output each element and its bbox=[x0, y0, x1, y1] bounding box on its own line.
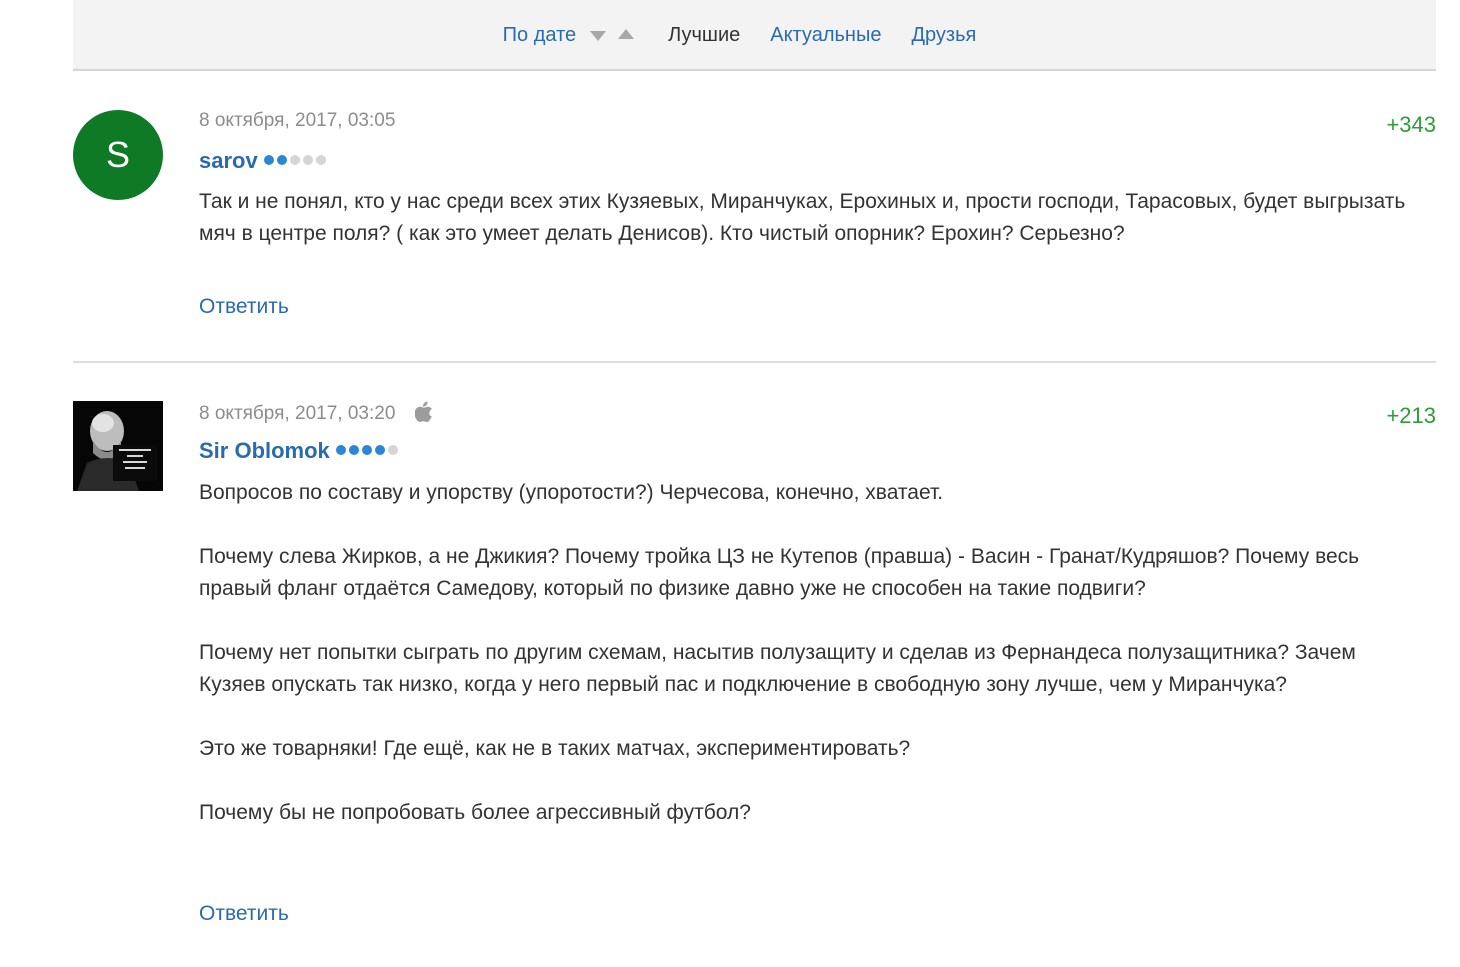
sort-friends-link[interactable]: Друзья bbox=[911, 24, 976, 47]
author-row: sarov bbox=[199, 148, 329, 174]
level-dot bbox=[361, 445, 372, 455]
comment-sort-bar: По дате Лучшие Актуальные Друзья bbox=[73, 0, 1436, 71]
comment-date: 8 октября, 2017, 03:20 bbox=[199, 403, 396, 424]
level-dot bbox=[315, 155, 326, 165]
author-row: Sir Oblomok bbox=[199, 438, 401, 464]
comment-paragraph: Почему слева Жирков, а не Джикия? Почему… bbox=[199, 545, 1360, 600]
user-avatar[interactable]: S bbox=[73, 110, 163, 200]
comment-paragraph: Так и не понял, кто у нас среди всех эти… bbox=[199, 190, 1406, 245]
comment-date: 8 октября, 2017, 03:05 bbox=[199, 110, 396, 131]
sort-descending-icon[interactable] bbox=[590, 31, 607, 41]
sort-ascending-icon[interactable] bbox=[618, 29, 635, 39]
user-avatar[interactable] bbox=[73, 401, 163, 491]
username-link[interactable]: sarov bbox=[199, 148, 258, 174]
comment-divider bbox=[73, 361, 1436, 363]
level-dot bbox=[276, 155, 287, 165]
apple-icon bbox=[414, 401, 432, 422]
level-dot bbox=[289, 155, 300, 165]
sort-by-date[interactable]: По дате bbox=[503, 24, 635, 47]
avatar-letter: S bbox=[105, 134, 130, 175]
username-link[interactable]: Sir Oblomok bbox=[199, 438, 330, 464]
level-dot bbox=[263, 155, 274, 165]
sort-by-date-label[interactable]: По дате bbox=[503, 24, 576, 47]
comment-paragraph: Это же товарняки! Где ещё, как не в таки… bbox=[199, 737, 911, 760]
comment-text: Так и не понял, кто у нас среди всех эти… bbox=[199, 186, 1419, 250]
comment-rating: +343 bbox=[1386, 112, 1436, 137]
level-dot bbox=[387, 445, 398, 455]
comments-page: По дате Лучшие Актуальные Друзья S 8 окт… bbox=[0, 0, 1460, 967]
comment-rating: +213 bbox=[1386, 403, 1436, 428]
comment-paragraph: Вопросов по составу и упорству (упоротос… bbox=[199, 481, 944, 504]
sort-actual-link[interactable]: Актуальные bbox=[770, 24, 881, 47]
level-dot bbox=[348, 445, 359, 455]
user-level-indicator bbox=[263, 152, 329, 170]
comment-date-row: 8 октября, 2017, 03:20 bbox=[199, 401, 433, 425]
reply-link[interactable]: Ответить bbox=[199, 902, 289, 926]
level-dot bbox=[335, 445, 346, 455]
comment-paragraph: Почему нет попытки сыграть по другим схе… bbox=[199, 641, 1356, 696]
lenin-portrait-avatar bbox=[73, 401, 163, 491]
level-dot bbox=[302, 155, 313, 165]
reply-link[interactable]: Ответить bbox=[199, 295, 289, 319]
comment-text: Вопросов по составу и упорству (упоротос… bbox=[199, 477, 1419, 829]
comment-paragraph: Почему бы не попробовать более агрессивн… bbox=[199, 801, 751, 824]
sort-best-link[interactable]: Лучшие bbox=[668, 24, 740, 47]
user-level-indicator bbox=[335, 442, 401, 460]
sort-options: По дате Лучшие Актуальные Друзья bbox=[73, 22, 1436, 48]
level-dot bbox=[374, 445, 385, 455]
